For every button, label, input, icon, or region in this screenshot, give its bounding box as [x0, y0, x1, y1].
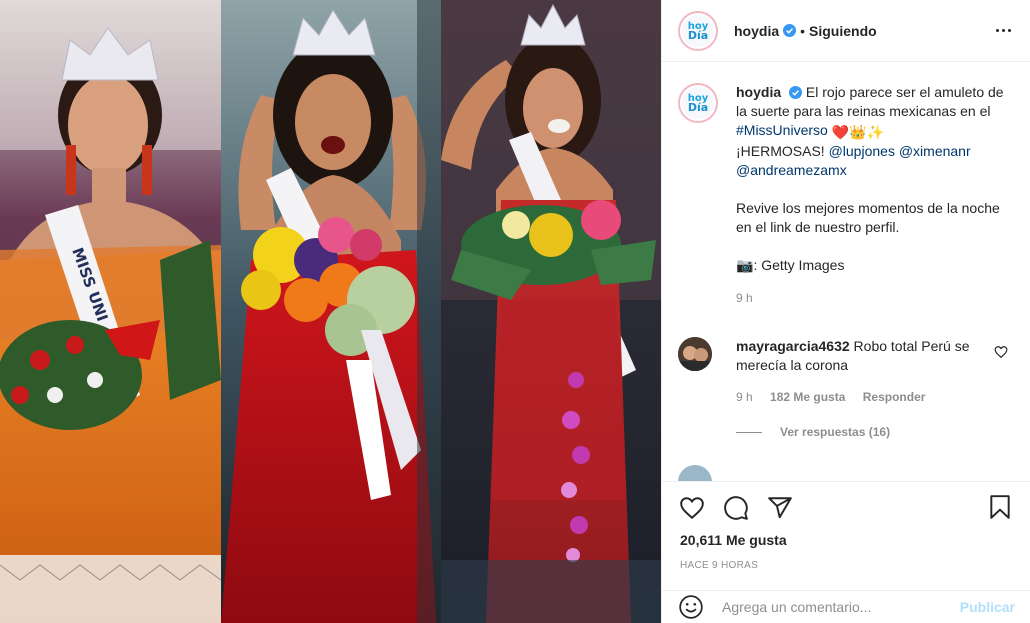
like-comment-icon[interactable] [994, 345, 1008, 359]
reply-button[interactable]: Responder [863, 390, 926, 404]
view-replies-label: Ver respuestas (16) [780, 425, 891, 439]
author-avatar[interactable]: hoy Día [678, 10, 718, 51]
photo-credit: : Getty Images [753, 257, 845, 273]
verified-icon [783, 24, 797, 37]
view-replies-button[interactable]: Ver respuestas (16) [736, 425, 890, 439]
avatar-text-bottom: Día [687, 101, 709, 114]
photo-panel-3 [441, 0, 661, 623]
replies-divider [736, 431, 762, 433]
action-bar: 20,611 Me gusta HACE 9 HORAS [662, 481, 1030, 587]
comment-meta: 9 h 182 Me gusta Responder [736, 390, 925, 404]
more-icon[interactable] [991, 18, 1015, 42]
verified-icon [789, 86, 803, 99]
caption-avatar[interactable]: hoy Día [678, 83, 718, 123]
photo-panel-2 [221, 0, 441, 623]
caption-emojis: ❤️👑✨ [831, 124, 884, 140]
photo-panel-1: MISS UNI [0, 0, 221, 623]
comment-username[interactable]: mayragarcia4632 [736, 338, 850, 354]
camera-emoji: 📷 [736, 257, 754, 273]
bookmark-icon[interactable] [987, 494, 1015, 522]
header-separator: • [800, 22, 806, 39]
caption-cta: Revive los mejores momentos de la noche … [736, 200, 1000, 235]
post-header: hoy Día hoydia • Siguiendo [662, 0, 1030, 62]
publish-button[interactable]: Publicar [960, 599, 1015, 615]
share-icon[interactable] [766, 494, 794, 522]
comment-text: mayragarcia4632 Robo total Perú se merec… [736, 337, 976, 375]
comment-input[interactable] [722, 599, 942, 615]
hashtag-link[interactable]: #MissUniverso [736, 122, 828, 138]
comment-age: 9 h [736, 390, 753, 404]
mention-link-2[interactable]: @ximenanr [899, 143, 971, 159]
caption-username[interactable]: hoydia [736, 84, 781, 100]
heart-icon[interactable] [678, 494, 706, 522]
avatar-logo: hoy Día [682, 87, 714, 119]
queen-3-illustration [441, 0, 661, 623]
comments-section[interactable]: hoy Día hoydia El rojo parece ser el amu… [662, 63, 1030, 481]
avatar-text-bottom: Día [687, 28, 709, 42]
caption-text: hoydia El rojo parece ser el amuleto de … [736, 83, 1016, 308]
avatar-logo: hoy Día [682, 14, 714, 47]
post-time[interactable]: HACE 9 HORAS [680, 560, 758, 571]
post-image[interactable]: MISS UNI [0, 0, 661, 623]
commenter-avatar-image [678, 337, 712, 371]
action-icons [678, 494, 794, 522]
post-side-panel: hoy Día hoydia • Siguiendo hoy Día hoydi… [661, 0, 1030, 623]
mention-link-3[interactable]: @andreamezamx [736, 162, 847, 178]
likes-count[interactable]: 20,611 Me gusta [680, 532, 787, 548]
caption-age: 9 h [736, 291, 753, 305]
comment-item-partial [678, 463, 1018, 481]
caption-exclaim: ¡HERMOSAS! [736, 143, 825, 159]
add-comment-bar: Publicar [662, 590, 1030, 623]
comment-icon[interactable] [722, 494, 750, 522]
queen-2-illustration [221, 0, 441, 623]
follow-status-button[interactable]: Siguiendo [809, 23, 877, 39]
mention-link-1[interactable]: @lupjones [829, 143, 895, 159]
commenter-avatar[interactable] [678, 337, 712, 371]
queen-1-illustration: MISS UNI [0, 0, 221, 623]
commenter-avatar[interactable] [678, 465, 712, 481]
emoji-icon[interactable] [678, 594, 704, 620]
comment-likes[interactable]: 182 Me gusta [770, 390, 845, 404]
author-username[interactable]: hoydia [734, 23, 779, 39]
